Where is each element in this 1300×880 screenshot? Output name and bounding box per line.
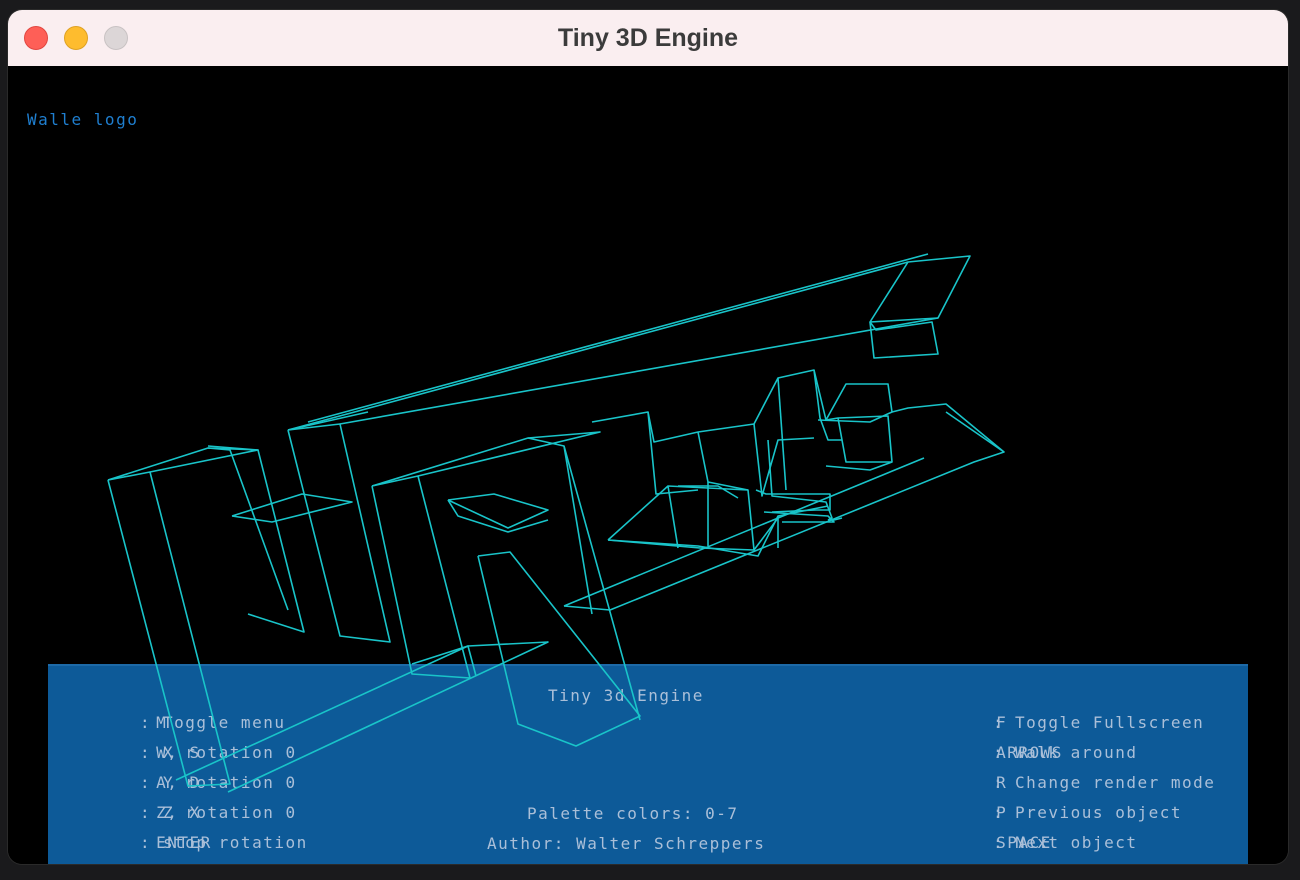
- wireframe-edge: [891, 403, 1005, 453]
- wireframe-edge: [287, 255, 971, 431]
- wireframe-edge: [591, 369, 893, 443]
- wireframe-edge: [813, 369, 842, 441]
- walle-logo-wireframe: [107, 253, 1005, 793]
- wireframe-edge: [207, 447, 289, 611]
- wireframe-edge: [477, 551, 641, 747]
- wireframe-edge: [767, 439, 833, 521]
- wireframe-edge: [869, 261, 939, 323]
- wireframe-edge: [763, 511, 835, 523]
- wireframe-edge: [287, 423, 391, 643]
- wireframe-edge: [869, 321, 939, 359]
- wireframe-edge: [231, 493, 353, 523]
- render-viewport[interactable]: Walle logo M: Toggle menu W, S:X rotation…: [8, 66, 1288, 864]
- window-title: Tiny 3D Engine: [557, 24, 739, 52]
- wireframe-edge: [447, 493, 549, 529]
- wireframe-edge: [667, 485, 679, 549]
- wireframe-edge: [647, 411, 699, 495]
- wireframe-edge: [307, 253, 929, 423]
- wireframe-edge: [207, 445, 305, 633]
- wireframe-edge: [697, 431, 749, 491]
- app-window: Tiny 3D Engine Walle logo M: Toggle menu …: [8, 10, 1288, 864]
- wireframe-edge: [607, 485, 755, 551]
- wireframe-edge: [371, 475, 471, 679]
- wireframe-edge: [527, 437, 641, 721]
- wireframe-edge: [837, 417, 892, 463]
- title-bar[interactable]: Tiny 3D Engine: [8, 10, 1288, 67]
- wireframe-edge: [175, 641, 549, 793]
- wireframe-edge: [777, 377, 787, 491]
- wireframe-edge: [107, 471, 231, 787]
